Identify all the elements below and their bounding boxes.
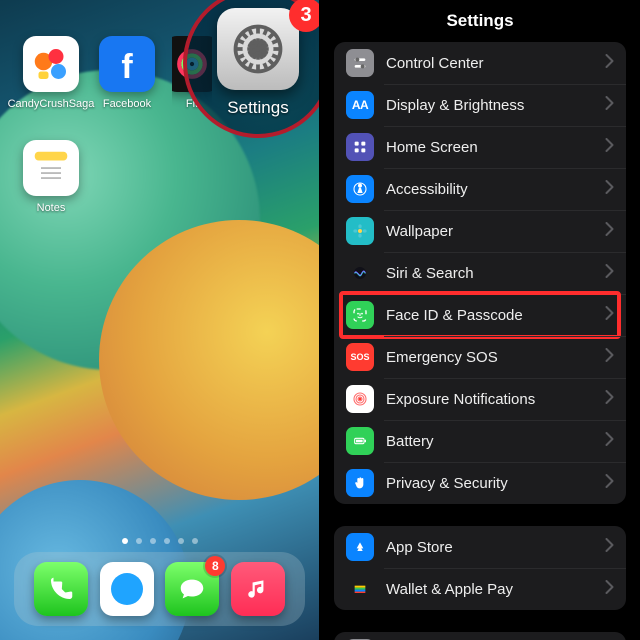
phone-icon: [46, 574, 76, 604]
settings-screen: Settings Control Center AA Display & Brigh…: [320, 0, 640, 640]
page-dot[interactable]: [150, 538, 156, 544]
app-row: Notes: [20, 140, 82, 214]
chevron-right-icon: [605, 474, 614, 493]
wallet-icon: [346, 575, 374, 603]
app-label: CandyCrushSaga: [8, 98, 95, 110]
settings-row-face-id-passcode[interactable]: Face ID & Passcode: [334, 294, 626, 336]
settings-row-control-center[interactable]: Control Center: [334, 42, 626, 84]
battery-icon: [346, 427, 374, 455]
chevron-right-icon: [605, 96, 614, 115]
person-icon: [346, 175, 374, 203]
dock: 8: [14, 552, 305, 626]
app-facebook[interactable]: f Facebook: [96, 36, 158, 110]
astore-icon: [346, 533, 374, 561]
settings-group: Control Center AA Display & Brightness Home…: [334, 42, 626, 504]
chevron-right-icon: [605, 580, 614, 599]
notes-icon: [31, 148, 71, 188]
row-label: Exposure Notifications: [386, 391, 605, 408]
face-icon: [346, 301, 374, 329]
gear-icon: [228, 19, 288, 79]
page-title: Settings: [320, 0, 640, 42]
app-music[interactable]: [231, 562, 285, 616]
page-dot[interactable]: [136, 538, 142, 544]
settings-row-wallet-apple-pay[interactable]: Wallet & Apple Pay: [334, 568, 626, 610]
home-screen: CandyCrushSaga f Facebook Fit Notes 3: [0, 0, 320, 640]
settings-row-emergency-sos[interactable]: SOS Emergency SOS: [334, 336, 626, 378]
app-messages[interactable]: 8: [165, 562, 219, 616]
grid-icon: [346, 133, 374, 161]
app-phone[interactable]: [34, 562, 88, 616]
settings-row-app-store[interactable]: App Store: [334, 526, 626, 568]
page-dot[interactable]: [122, 538, 128, 544]
messages-badge: 8: [205, 556, 225, 576]
row-label: Wallpaper: [386, 223, 605, 240]
page-dot[interactable]: [164, 538, 170, 544]
settings-row-exposure-notifications[interactable]: Exposure Notifications: [334, 378, 626, 420]
row-label: Face ID & Passcode: [386, 307, 605, 324]
row-label: Emergency SOS: [386, 349, 605, 366]
chevron-right-icon: [605, 348, 614, 367]
settings-row-siri-search[interactable]: Siri & Search: [334, 252, 626, 294]
chevron-right-icon: [605, 138, 614, 157]
flower-icon: [346, 217, 374, 245]
chevron-right-icon: [605, 538, 614, 557]
settings-group: App Store Wallet & Apple Pay: [334, 526, 626, 610]
toggles-icon: [346, 49, 374, 77]
row-label: Display & Brightness: [386, 97, 605, 114]
row-label: Privacy & Security: [386, 475, 605, 492]
app-label: Settings: [227, 98, 288, 118]
candy-icon: [31, 44, 71, 84]
row-label: Battery: [386, 433, 605, 450]
chevron-right-icon: [605, 264, 614, 283]
AA-icon: AA: [346, 91, 374, 119]
page-dot[interactable]: [178, 538, 184, 544]
settings-row-accessibility[interactable]: Accessibility: [334, 168, 626, 210]
settings-row-display-brightness[interactable]: AA Display & Brightness: [334, 84, 626, 126]
compass-icon: [107, 569, 147, 609]
row-label: Siri & Search: [386, 265, 605, 282]
settings-row-battery[interactable]: Battery: [334, 420, 626, 462]
chevron-right-icon: [605, 222, 614, 241]
app-candycrush[interactable]: CandyCrushSaga: [20, 36, 82, 110]
row-label: Control Center: [386, 55, 605, 72]
app-safari[interactable]: [100, 562, 154, 616]
chevron-right-icon: [605, 432, 614, 451]
row-label: Wallet & Apple Pay: [386, 581, 605, 598]
app-label: Notes: [37, 202, 66, 214]
chevron-right-icon: [605, 54, 614, 73]
chevron-right-icon: [605, 306, 614, 325]
settings-group: PasswordsMailContacts29Calendar: [334, 632, 626, 640]
step-badge: 3: [289, 0, 320, 32]
facebook-icon: f: [121, 48, 132, 87]
page-dot[interactable]: [192, 538, 198, 544]
settings-row-passwords[interactable]: Passwords: [334, 632, 626, 640]
row-label: Accessibility: [386, 181, 605, 198]
SOS-icon: SOS: [346, 343, 374, 371]
chevron-right-icon: [605, 390, 614, 409]
hand-icon: [346, 469, 374, 497]
chevron-right-icon: [605, 180, 614, 199]
burst-icon: [346, 385, 374, 413]
app-notes[interactable]: Notes: [20, 140, 82, 214]
music-note-icon: [245, 576, 271, 602]
app-settings[interactable]: [217, 8, 299, 90]
chat-bubble-icon: [177, 574, 207, 604]
row-label: App Store: [386, 539, 605, 556]
page-indicator[interactable]: [0, 538, 319, 544]
row-label: Home Screen: [386, 139, 605, 156]
settings-row-home-screen[interactable]: Home Screen: [334, 126, 626, 168]
siri-icon: [346, 259, 374, 287]
settings-row-privacy-security[interactable]: Privacy & Security: [334, 462, 626, 504]
app-label: Facebook: [103, 98, 151, 110]
settings-row-wallpaper[interactable]: Wallpaper: [334, 210, 626, 252]
